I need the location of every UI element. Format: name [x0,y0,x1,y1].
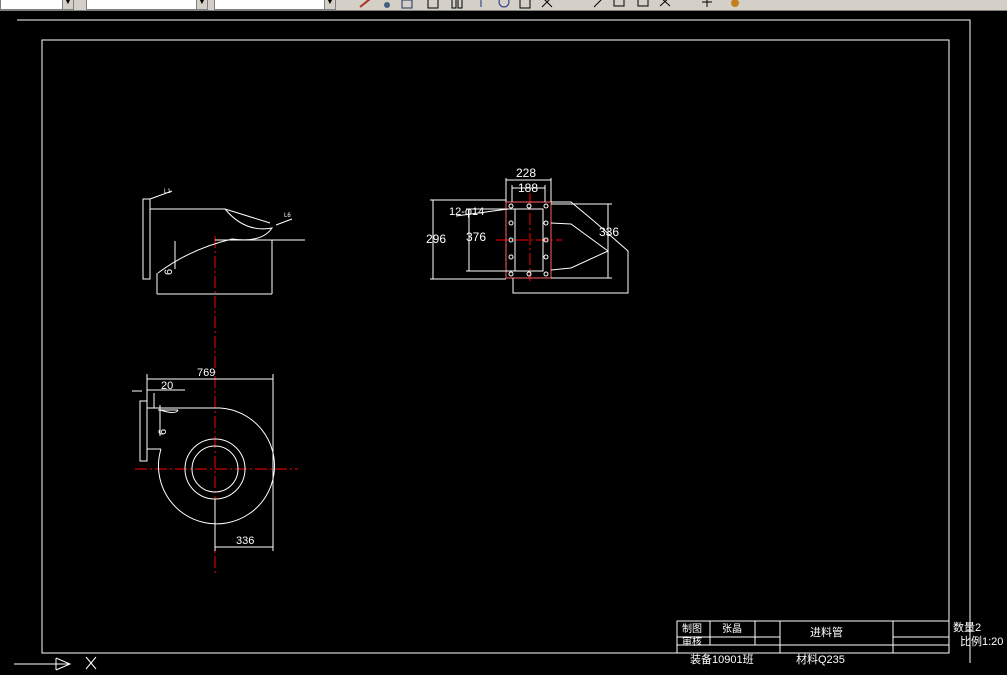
bolt-holes-dim: 12-φ14 [449,206,484,218]
x-icon[interactable] [540,0,554,9]
brush-icon[interactable] [728,0,742,9]
svg-text:L1: L1 [164,189,171,195]
chevron-down-icon: ▼ [62,0,73,9]
layer-combo[interactable]: ▼ [0,0,74,10]
window-2-icon[interactable] [518,0,532,9]
grid-icon[interactable] [450,0,464,9]
match-properties-icon[interactable] [400,0,414,9]
undo-icon[interactable] [497,0,511,9]
cross-icon[interactable] [658,0,672,9]
outlet-height-dim: 336 [599,225,619,239]
quantity-label: 数量2 [953,621,981,634]
top-flange-thickness-dim: 6 [157,429,169,435]
paint-icon[interactable] [380,0,394,9]
svg-text:L6: L6 [284,213,291,219]
lineweight-combo[interactable]: ▼ [214,0,336,10]
chevron-down-icon: ▼ [196,0,207,9]
linetype-combo[interactable]: ▼ [86,0,208,10]
rectangle-2-icon[interactable] [636,0,650,9]
drawn-label: 制图 [682,622,702,635]
material-label: 材料Q235 [796,652,845,666]
line-icon[interactable] [592,0,606,9]
inner-height-dim: 376 [466,230,486,244]
rectangle-icon[interactable] [612,0,626,9]
overall-height-dim: 296 [426,232,446,246]
part-name: 进料管 [810,625,843,639]
checked-label: 审核 [682,635,702,648]
cad-drawing: L1 L6 6 769 20 6 336 228 188 12-φ14 296 … [0,11,1007,675]
side-flange-thickness-dim: 6 [163,269,175,275]
drawing-viewport[interactable]: L1 L6 6 769 20 6 336 228 188 12-φ14 296 … [0,11,1007,675]
drawn-name: 张晶 [722,623,742,635]
pencil-icon[interactable] [358,0,372,9]
chevron-down-icon: ▼ [324,0,335,9]
plus-icon[interactable] [700,0,714,9]
class-label: 装备10901班 [690,652,754,666]
scale-label: 比例1:20 [960,634,1003,648]
arrow-down-icon[interactable] [474,0,488,9]
top-outlet-width-dim: 336 [236,535,254,547]
toolbar: ▼ ▼ ▼ [0,0,1007,11]
outer-width-dim: 228 [516,166,536,180]
overall-length-dim: 769 [197,367,215,379]
inner-width-dim: 188 [518,181,538,195]
window-icon[interactable] [426,0,440,9]
flange-gap-dim: 20 [161,380,173,392]
